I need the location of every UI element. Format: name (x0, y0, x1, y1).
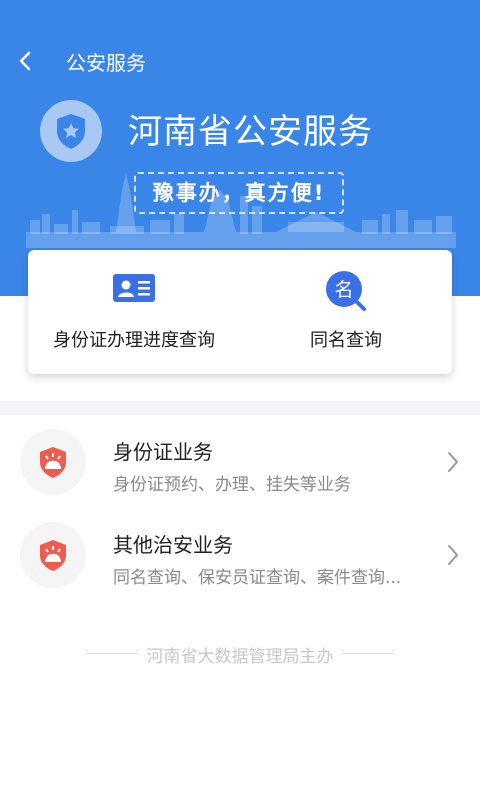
brand-title: 河南省公安服务 (128, 112, 373, 152)
service-item-other-security[interactable]: 其他治安业务 同名查询、保安员证查询、案件查询... (0, 509, 480, 601)
quick-actions-card: 身份证办理进度查询 名 同名查询 (28, 250, 452, 374)
page-title: 公安服务 (66, 51, 146, 75)
service-title: 身份证业务 (113, 440, 213, 464)
section-divider (0, 401, 480, 415)
id-progress-query-label: 身份证办理进度查询 (53, 330, 215, 351)
service-item-id-card[interactable]: 身份证业务 身份证预约、办理、挂失等业务 (0, 416, 480, 508)
police-shield-icon (20, 522, 86, 588)
service-subtitle: 同名查询、保安员证查询、案件查询... (113, 568, 402, 588)
shield-star-icon (40, 100, 102, 162)
slogan-banner: 豫事办，真方便! (134, 172, 344, 214)
name-query-label: 同名查询 (310, 330, 382, 351)
chevron-right-icon (448, 545, 458, 565)
id-progress-query-button[interactable]: 身份证办理进度查询 (28, 250, 240, 374)
footer: 河南省大数据管理局主办 (0, 640, 480, 668)
svg-text:名: 名 (334, 279, 353, 301)
police-shield-icon (20, 429, 86, 495)
chevron-left-icon (19, 51, 31, 71)
service-title: 其他治安业务 (113, 533, 233, 557)
footer-divider-right (342, 653, 394, 654)
top-bar: 公安服务 (0, 40, 480, 86)
footer-text: 河南省大数据管理局主办 (146, 647, 334, 667)
id-card-icon (113, 274, 155, 302)
name-query-button[interactable]: 名 同名查询 (240, 250, 452, 374)
service-subtitle: 身份证预约、办理、挂失等业务 (113, 475, 351, 495)
name-search-icon: 名 (326, 271, 366, 311)
chevron-right-icon (448, 452, 458, 472)
back-button[interactable] (14, 46, 40, 76)
